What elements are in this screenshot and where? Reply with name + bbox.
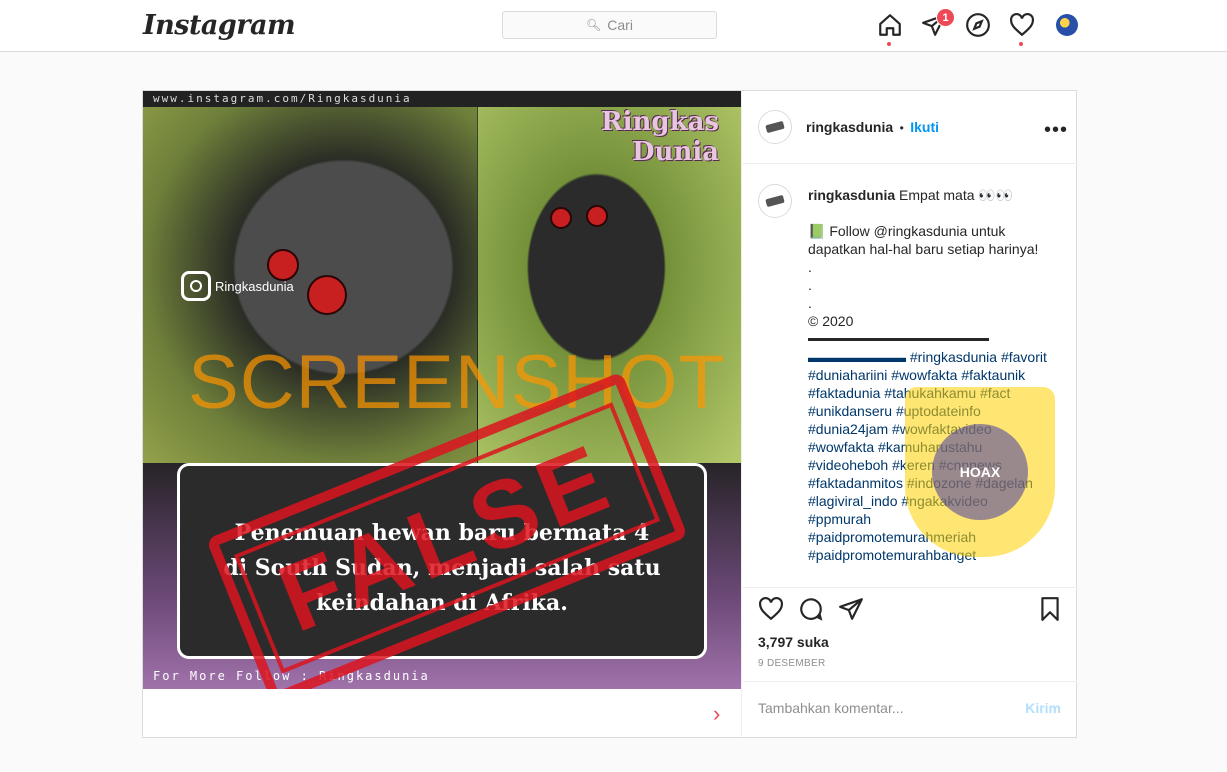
- like-heart-icon[interactable]: [758, 596, 784, 622]
- brand-line-1: Ringkas: [601, 107, 720, 137]
- comment-input[interactable]: Tambahkan komentar...: [758, 700, 904, 716]
- caption-line: .: [808, 259, 812, 275]
- caption-line: #paidpromotemurahbanget: [808, 547, 977, 563]
- animal-eye: [307, 275, 347, 315]
- profile-avatar[interactable]: [1056, 14, 1078, 36]
- home-icon[interactable]: [877, 12, 903, 38]
- share-icon[interactable]: [838, 596, 864, 622]
- caption-line: ▬▬▬▬▬▬▬ #ringkasdunia #favorit: [808, 349, 1047, 365]
- chevron-right-icon[interactable]: ›: [713, 701, 720, 727]
- brand-line-2: Dunia: [632, 137, 720, 167]
- image-brand-tag: Ringkas Dunia: [601, 107, 719, 167]
- activity-heart-icon[interactable]: [1009, 12, 1035, 38]
- image-url-strip: www.instagram.com/Ringkasdunia: [143, 91, 741, 107]
- post-comment-button[interactable]: Kirim: [1025, 700, 1061, 716]
- animal-eye: [586, 205, 608, 227]
- more-options-icon[interactable]: •••: [1044, 119, 1068, 142]
- author-avatar[interactable]: [758, 110, 792, 144]
- caption-title: Empat mata 👀👀: [899, 187, 1014, 203]
- separator: •: [899, 121, 904, 135]
- search-placeholder: Cari: [607, 17, 633, 33]
- top-navigation: Instagram 🔍︎ Cari 1: [0, 0, 1227, 52]
- instagram-logo[interactable]: Instagram: [143, 10, 296, 41]
- follow-button[interactable]: Ikuti: [910, 119, 939, 135]
- search-icon: 🔍︎: [586, 18, 602, 32]
- post-actions: 3,797 suka 9 DESEMBER: [742, 587, 1077, 688]
- caption-line: .: [808, 277, 812, 293]
- ig-handle-text: Ringkasdunia: [215, 278, 294, 294]
- save-bookmark-icon[interactable]: [1037, 596, 1063, 622]
- activity-dot: [1019, 42, 1023, 46]
- hoax-seal-logo: HOAX: [905, 387, 1055, 557]
- caption-line: .: [808, 295, 812, 311]
- post-card: www.instagram.com/Ringkasdunia Ringkas D…: [142, 90, 1077, 738]
- instagram-glyph-icon: [181, 271, 211, 301]
- caption-line: 📗 Follow @ringkasdunia untuk dapatkan ha…: [808, 223, 1039, 257]
- explore-compass-icon[interactable]: [965, 12, 991, 38]
- image-ig-handle: Ringkasdunia: [181, 271, 294, 301]
- caption-username[interactable]: ringkasdunia: [808, 187, 895, 203]
- home-active-dot: [887, 42, 891, 46]
- comment-bar: Tambahkan komentar... Kirim: [742, 681, 1077, 738]
- hoax-seal-text: HOAX: [932, 424, 1028, 520]
- screenshot-watermark: SCREENSHOT BY: [188, 340, 741, 425]
- caption-line: © 2020: [808, 313, 854, 329]
- caption-title-line: ringkasdunia Empat mata 👀👀: [808, 186, 1058, 204]
- post-image[interactable]: www.instagram.com/Ringkasdunia Ringkas D…: [143, 91, 741, 689]
- animal-eye: [550, 207, 572, 229]
- notification-badge: 1: [936, 8, 955, 27]
- like-count[interactable]: 3,797 suka: [758, 634, 829, 650]
- author-username[interactable]: ringkasdunia: [806, 119, 893, 135]
- media-footer: [143, 689, 741, 737]
- caption-line: ▬▬▬▬▬▬▬▬▬▬▬▬▬▬▬▬▬▬▬▬: [808, 333, 989, 344]
- post-date[interactable]: 9 DESEMBER: [758, 658, 825, 669]
- comment-icon[interactable]: [798, 596, 824, 622]
- post-header: ringkasdunia • Ikuti •••: [742, 91, 1077, 164]
- post-header-text: ringkasdunia • Ikuti: [806, 119, 939, 137]
- search-input[interactable]: 🔍︎ Cari: [502, 11, 717, 39]
- caption-avatar[interactable]: [758, 184, 792, 218]
- caption-line: #duniahariini #wowfakta #faktaunik: [808, 367, 1026, 383]
